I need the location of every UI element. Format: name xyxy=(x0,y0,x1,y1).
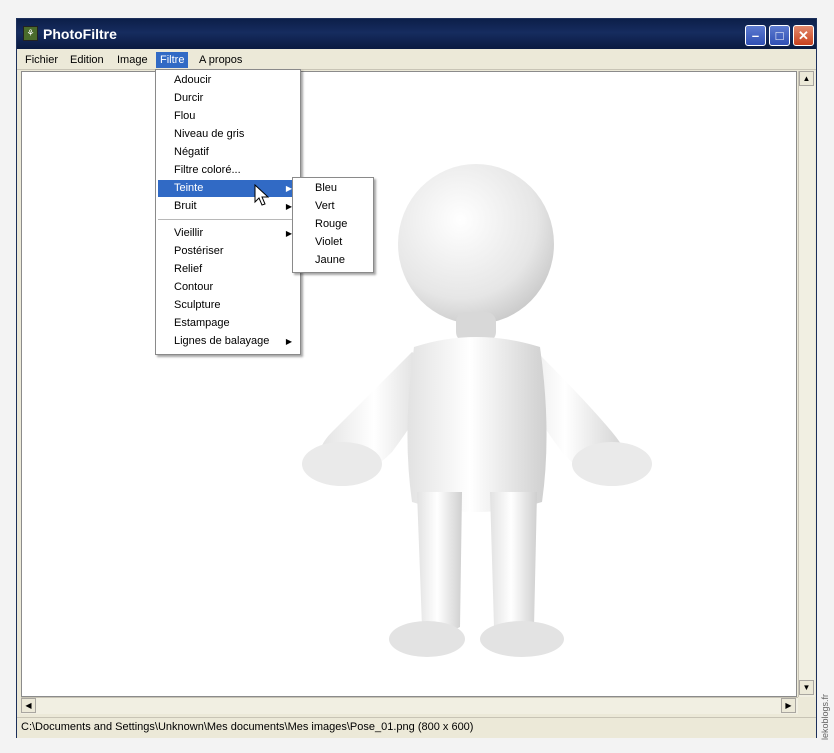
menu-item-vieillir-label: Vieillir xyxy=(174,227,204,239)
close-icon[interactable]: ✕ xyxy=(793,25,814,46)
photofiltre-window: ⚘ PhotoFiltre – □ ✕ Fichier Edition Imag… xyxy=(16,18,817,738)
menu-item-durcir[interactable]: Durcir xyxy=(158,90,298,107)
menu-item-contour[interactable]: Contour xyxy=(158,279,298,296)
menu-item-negatif[interactable]: Négatif xyxy=(158,144,298,161)
horizontal-scrollbar[interactable]: ◀ ▶ xyxy=(21,697,798,714)
maximize-icon[interactable]: □ xyxy=(769,25,790,46)
submenu-item-vert[interactable]: Vert xyxy=(295,198,371,215)
scroll-right-icon[interactable]: ▶ xyxy=(781,698,796,713)
menu-bar: Fichier Edition Image Filtre A propos xyxy=(17,49,816,70)
teinte-submenu: Bleu Vert Rouge Violet Jaune xyxy=(292,177,374,273)
photofiltre-app-icon[interactable]: ⚘ xyxy=(23,26,38,41)
submenu-item-bleu[interactable]: Bleu xyxy=(295,180,371,197)
menu-item-sculpture[interactable]: Sculpture xyxy=(158,297,298,314)
menu-item-adoucir[interactable]: Adoucir xyxy=(158,72,298,89)
filtre-menu: Adoucir Durcir Flou Niveau de gris Négat… xyxy=(155,69,301,355)
scroll-down-icon[interactable]: ▼ xyxy=(799,680,814,695)
submenu-item-jaune[interactable]: Jaune xyxy=(295,252,371,269)
vertical-scrollbar[interactable]: ▲ ▼ xyxy=(798,71,815,697)
mouse-cursor-icon xyxy=(254,184,270,206)
menu-item-estampage[interactable]: Estampage xyxy=(158,315,298,332)
menu-item-flou[interactable]: Flou xyxy=(158,108,298,125)
scroll-left-icon[interactable]: ◀ xyxy=(21,698,36,713)
figure-image xyxy=(302,164,652,657)
submenu-item-violet[interactable]: Violet xyxy=(295,234,371,251)
menu-edition[interactable]: Edition xyxy=(66,52,108,68)
file-path-status: C:\Documents and Settings\Unknown\Mes do… xyxy=(21,721,474,733)
menu-separator xyxy=(158,219,298,220)
status-bar: C:\Documents and Settings\Unknown\Mes do… xyxy=(17,717,816,738)
menu-a-propos[interactable]: A propos xyxy=(195,52,246,68)
menu-item-filtre-colore[interactable]: Filtre coloré... xyxy=(158,162,298,179)
menu-item-bruit-label: Bruit xyxy=(174,200,197,212)
submenu-item-rouge[interactable]: Rouge xyxy=(295,216,371,233)
title-bar[interactable]: ⚘ PhotoFiltre – □ ✕ xyxy=(17,19,816,49)
menu-item-posteriser[interactable]: Postériser xyxy=(158,243,298,260)
menu-item-vieillir[interactable]: Vieillir ▶ xyxy=(158,225,298,242)
window-title: PhotoFiltre xyxy=(43,26,117,42)
scroll-up-icon[interactable]: ▲ xyxy=(799,71,814,86)
menu-filtre[interactable]: Filtre xyxy=(156,52,189,68)
menu-item-relief[interactable]: Relief xyxy=(158,261,298,278)
menu-fichier[interactable]: Fichier xyxy=(21,52,62,68)
watermark-text: lekoblogs.fr xyxy=(820,693,830,740)
menu-image[interactable]: Image xyxy=(113,52,152,68)
menu-item-teinte[interactable]: Teinte ▶ xyxy=(158,180,298,197)
image-canvas[interactable] xyxy=(21,71,797,697)
menu-item-teinte-label: Teinte xyxy=(174,182,204,194)
minimize-icon[interactable]: – xyxy=(745,25,766,46)
menu-item-lignes-de-balayage[interactable]: Lignes de balayage ▶ xyxy=(158,333,298,350)
menu-item-lignes-label: Lignes de balayage xyxy=(174,335,270,347)
submenu-arrow-icon: ▶ xyxy=(285,337,292,346)
menu-item-niveau-de-gris[interactable]: Niveau de gris xyxy=(158,126,298,143)
menu-item-bruit[interactable]: Bruit ▶ xyxy=(158,198,298,215)
